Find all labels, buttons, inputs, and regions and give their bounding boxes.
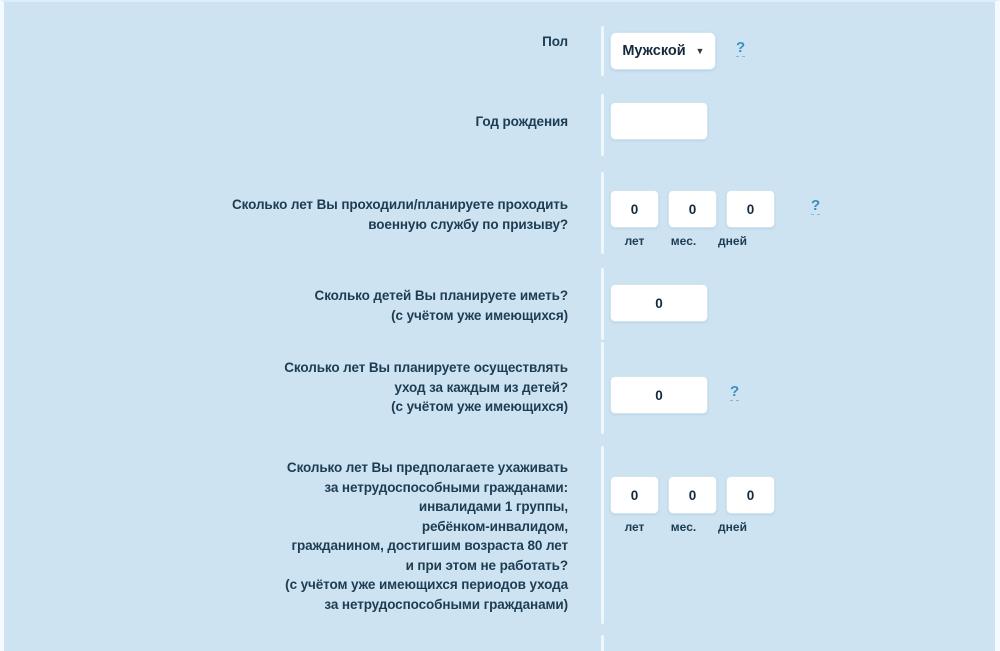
help-icon-gender[interactable]: ? (736, 40, 746, 57)
label-line: инвалидами 1 группы, (418, 499, 568, 514)
form-row-military-service: Сколько лет Вы проходили/планируете прох… (4, 172, 995, 256)
unit-months: мес. (670, 520, 697, 534)
row-divider (601, 172, 604, 254)
unit-years: лет (624, 234, 645, 248)
military-service-box-group: лет мес. дней (610, 190, 775, 248)
row-divider (601, 342, 604, 434)
disabled-care-months-input[interactable] (668, 476, 717, 514)
military-years-input[interactable] (610, 190, 659, 228)
disabled-care-days-input[interactable] (726, 476, 775, 514)
label-postpone-pension: Сколько лет после возникновения права на… (4, 645, 586, 651)
label-line: гражданином, достигшим возраста 80 лет (291, 538, 569, 553)
label-disabled-care: Сколько лет Вы предполагаете ухаживать з… (4, 454, 586, 614)
chevron-down-icon: ▼ (695, 45, 705, 56)
help-wrap-children-care: ? (730, 376, 740, 401)
label-line: Сколько детей Вы планируете иметь? (314, 288, 569, 303)
field-birth-year (586, 102, 708, 140)
label-military-service: Сколько лет Вы проходили/планируете прох… (4, 190, 586, 234)
label-line: ребёнком-инвалидом, (421, 518, 568, 534)
children-care-years-input[interactable] (610, 376, 708, 414)
row-divider (601, 94, 604, 156)
military-service-values (610, 190, 775, 228)
row-divider (601, 268, 604, 340)
help-icon-children-care[interactable]: ? (730, 384, 740, 401)
unit-days: дней (718, 520, 747, 534)
label-line: (с учётом уже имеющихся периодов ухода (285, 577, 568, 592)
label-line: Сколько лет Вы предполагаете ухаживать (286, 460, 568, 475)
military-months-input[interactable] (668, 190, 717, 228)
military-service-inputs: лет мес. дней ? (610, 190, 821, 248)
form-row-gender: Пол Мужской ▼ ? (4, 26, 995, 76)
help-icon-military-service[interactable]: ? (811, 198, 821, 215)
row-divider (601, 26, 604, 76)
field-gender: Мужской ▼ ? (586, 32, 746, 70)
gender-select-value: Мужской (622, 43, 686, 59)
help-wrap-military: ? (811, 190, 821, 215)
row-divider (601, 446, 604, 624)
military-service-units: лет мес. дней (610, 234, 775, 248)
calculator-form: Пол Мужской ▼ ? Год рождения Сколько лет… (4, 2, 995, 651)
label-line: Сколько лет Вы планируете осуществлять (284, 360, 568, 375)
pension-calculator-form-page: Пол Мужской ▼ ? Год рождения Сколько лет… (0, 0, 1000, 651)
label-children-care: Сколько лет Вы планируете осуществлять у… (4, 354, 586, 417)
label-line: за нетрудоспособными гражданами) (324, 596, 568, 612)
label-gender: Пол (4, 32, 586, 52)
row-divider (601, 635, 604, 651)
label-line: уход за каждым из детей? (394, 379, 568, 395)
unit-years: лет (624, 520, 645, 534)
form-row-children-count: Сколько детей Вы планируете иметь? (с уч… (4, 268, 995, 340)
help-wrap-gender: ? (736, 32, 746, 57)
form-row-children-care: Сколько лет Вы планируете осуществлять у… (4, 342, 995, 434)
birth-year-input[interactable] (610, 102, 708, 140)
form-row-postpone-pension: Сколько лет после возникновения права на… (4, 635, 995, 651)
field-military-service: лет мес. дней ? (586, 190, 821, 248)
label-line: Год рождения (475, 114, 569, 129)
disabled-care-units: лет мес. дней (610, 520, 775, 534)
children-count-input[interactable] (610, 284, 708, 322)
disabled-care-values (610, 476, 775, 514)
gender-select[interactable]: Мужской ▼ (610, 32, 716, 70)
disabled-care-box-group: лет мес. дней (610, 476, 775, 534)
field-children-care: ? (586, 354, 740, 414)
form-row-birth-year: Год рождения (4, 94, 995, 156)
field-children-count (586, 280, 708, 322)
label-line: Сколько лет Вы проходили/планируете прох… (232, 197, 568, 212)
label-line: военную службу по призыву? (368, 216, 568, 232)
label-birth-year: Год рождения (4, 102, 586, 132)
unit-months: мес. (670, 234, 697, 248)
military-days-input[interactable] (726, 190, 775, 228)
label-line: (с учётом уже имеющихся) (391, 307, 568, 323)
field-disabled-care: лет мес. дней (586, 454, 775, 534)
unit-days: дней (718, 234, 747, 248)
label-line: и при этом не работать? (405, 557, 569, 573)
form-row-disabled-care: Сколько лет Вы предполагаете ухаживать з… (4, 446, 995, 629)
label-line: Пол (542, 34, 568, 49)
label-line: (с учётом уже имеющихся) (391, 399, 568, 414)
label-children-count: Сколько детей Вы планируете иметь? (с уч… (4, 280, 586, 325)
field-postpone-pension: 0 ▼ ? (586, 645, 747, 651)
label-line: за нетрудоспособными гражданами: (324, 479, 568, 495)
disabled-care-years-input[interactable] (610, 476, 659, 514)
